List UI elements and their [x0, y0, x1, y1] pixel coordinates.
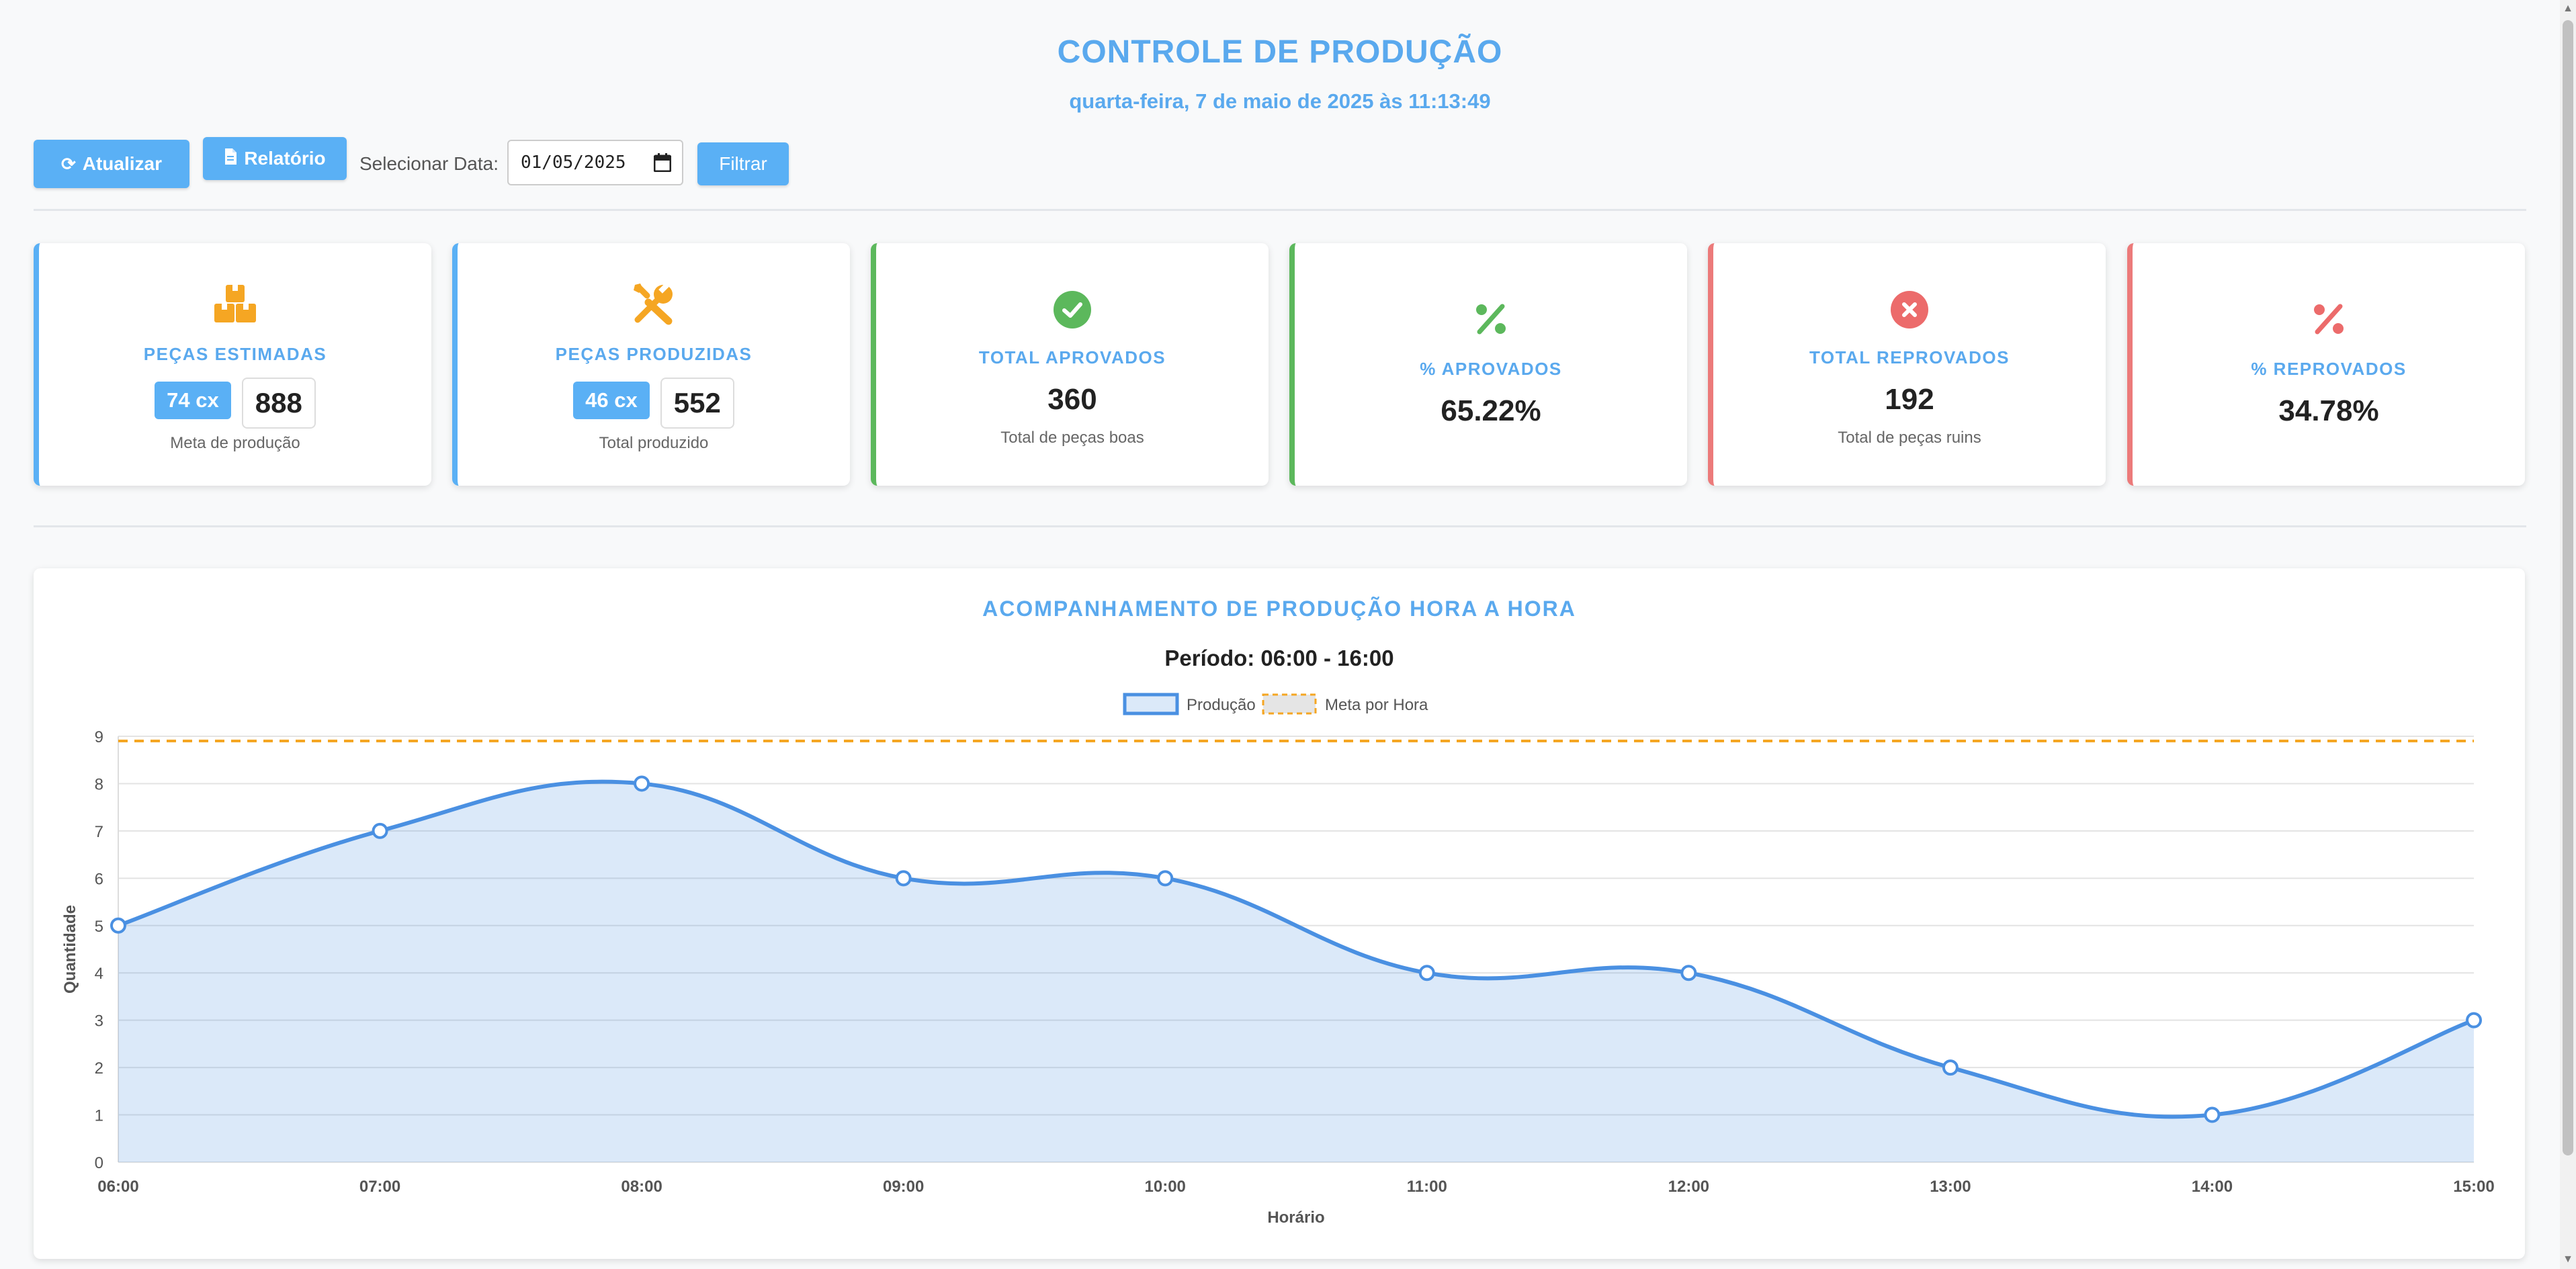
- page-title: CONTROLE DE PRODUÇÃO: [1057, 34, 1503, 70]
- card-produced-pieces: PEÇAS PRODUZIDAS 46 cx 552 Total produzi…: [452, 243, 850, 486]
- legend-label: Produção: [1187, 696, 1256, 714]
- x-tick-label: 12:00: [1668, 1178, 1709, 1196]
- card-label: % REPROVADOS: [2251, 359, 2407, 379]
- date-field-value: 01/05/2025: [521, 152, 626, 173]
- tools-icon: [458, 282, 850, 325]
- x-tick-label: 08:00: [621, 1178, 662, 1196]
- file-icon: [224, 148, 237, 170]
- card-rejected-percent: % REPROVADOS 34.78%: [2127, 243, 2525, 486]
- data-point: [2204, 1106, 2221, 1123]
- y-tick-label: 6: [95, 870, 103, 888]
- date-field[interactable]: 01/05/2025: [507, 140, 683, 185]
- current-datetime: quarta-feira, 7 de maio de 2025 às 11:13…: [1069, 89, 1491, 113]
- percent-icon: [2133, 304, 2525, 335]
- scrollbar-thumb[interactable]: [2563, 20, 2573, 1155]
- data-point: [1680, 965, 1697, 981]
- y-tick-label: 1: [95, 1107, 103, 1125]
- y-tick-label: 2: [95, 1059, 103, 1078]
- data-point: [2466, 1012, 2482, 1029]
- rejected-value: 192: [1885, 383, 1934, 416]
- pieces-value: 888: [241, 378, 316, 429]
- x-circle-icon: [1713, 290, 2106, 329]
- y-tick-label: 5: [95, 918, 103, 936]
- data-point: [1157, 870, 1174, 887]
- y-axis-title: Quantidade: [61, 905, 79, 994]
- date-label: Selecionar Data:: [359, 153, 499, 174]
- card-label: PEÇAS PRODUZIDAS: [555, 344, 753, 364]
- x-tick-label: 09:00: [883, 1178, 924, 1196]
- data-point: [1942, 1059, 1959, 1076]
- x-tick-label: 14:00: [2192, 1178, 2233, 1196]
- x-tick-label: 11:00: [1407, 1178, 1447, 1196]
- toolbar: ⟳ Atualizar Relatório Selecionar Data: 0…: [34, 137, 840, 188]
- approved-value: 360: [1047, 383, 1097, 416]
- percent-icon: [1295, 304, 1687, 335]
- x-tick-label: 07:00: [359, 1178, 400, 1196]
- y-tick-label: 7: [95, 823, 103, 841]
- card-caption: Total de peças boas: [1000, 429, 1144, 447]
- boxes-badge: 74 cx: [155, 382, 231, 419]
- page: CONTROLE DE PRODUÇÃO quarta-feira, 7 de …: [0, 0, 2560, 1269]
- boxes-icon: [39, 283, 431, 324]
- y-tick-label: 0: [95, 1154, 103, 1172]
- card-label: PEÇAS ESTIMADAS: [143, 344, 327, 364]
- boxes-badge: 46 cx: [573, 382, 650, 419]
- pieces-value: 552: [660, 378, 734, 429]
- x-tick-label: 15:00: [2453, 1178, 2494, 1196]
- refresh-button-label: Atualizar: [82, 153, 163, 174]
- divider: [34, 525, 2526, 527]
- card-label: TOTAL APROVADOS: [978, 347, 1166, 367]
- legend-swatch-meta: [1262, 693, 1317, 715]
- card-caption: Meta de produção: [170, 434, 300, 452]
- legend-swatch-production: [1123, 693, 1179, 715]
- production-area: [118, 781, 2474, 1162]
- filter-button[interactable]: Filtrar: [697, 142, 789, 185]
- card-total-approved: TOTAL APROVADOS 360 Total de peças boas: [871, 243, 1269, 486]
- x-tick-label: 10:00: [1145, 1178, 1186, 1196]
- data-point: [634, 775, 650, 792]
- x-tick-label: 13:00: [1930, 1178, 1971, 1196]
- divider: [34, 209, 2526, 211]
- legend-label: Meta por Hora: [1325, 696, 1428, 714]
- card-total-rejected: TOTAL REPROVADOS 192 Total de peças ruin…: [1708, 243, 2106, 486]
- approved-percent-value: 65.22%: [1441, 394, 1541, 427]
- production-chart-card: ACOMPANHAMENTO DE PRODUÇÃO HORA A HORA P…: [34, 568, 2525, 1259]
- scroll-up-arrow[interactable]: ▲: [2563, 3, 2573, 15]
- refresh-button[interactable]: ⟳ Atualizar: [34, 140, 189, 188]
- value-pair: 74 cx 888: [39, 378, 431, 429]
- report-button[interactable]: Relatório: [203, 137, 347, 180]
- data-point: [372, 822, 388, 839]
- data-point: [1418, 965, 1435, 981]
- card-label: % APROVADOS: [1420, 359, 1562, 379]
- value-pair: 46 cx 552: [458, 378, 850, 429]
- calendar-icon[interactable]: [654, 153, 671, 172]
- y-tick-label: 4: [95, 965, 103, 983]
- card-approved-percent: % APROVADOS 65.22%: [1289, 243, 1687, 486]
- rejected-percent-value: 34.78%: [2278, 394, 2379, 427]
- filter-button-label: Filtrar: [719, 153, 767, 174]
- y-tick-label: 9: [95, 728, 103, 746]
- card-label: TOTAL REPROVADOS: [1809, 347, 2010, 367]
- card-estimated-pieces: PEÇAS ESTIMADAS 74 cx 888 Meta de produç…: [34, 243, 431, 486]
- data-point: [895, 870, 912, 887]
- x-axis-title: Horário: [1267, 1209, 1324, 1227]
- scroll-down-arrow[interactable]: ▼: [2563, 1254, 2573, 1266]
- report-button-label: Relatório: [244, 148, 326, 169]
- card-caption: Total de peças ruins: [1838, 429, 1981, 447]
- refresh-icon: ⟳: [60, 153, 76, 174]
- x-tick-label: 06:00: [97, 1178, 138, 1196]
- card-caption: Total produzido: [599, 434, 709, 452]
- y-tick-label: 8: [95, 775, 103, 793]
- production-chart: 0 1 2 3 4 5 6 7 8 9 06:00 07:00 08:00 09:00 10:00 11:00…: [61, 693, 2495, 1227]
- y-tick-label: 3: [95, 1012, 103, 1031]
- check-circle-icon: [876, 290, 1269, 329]
- data-point: [110, 917, 126, 934]
